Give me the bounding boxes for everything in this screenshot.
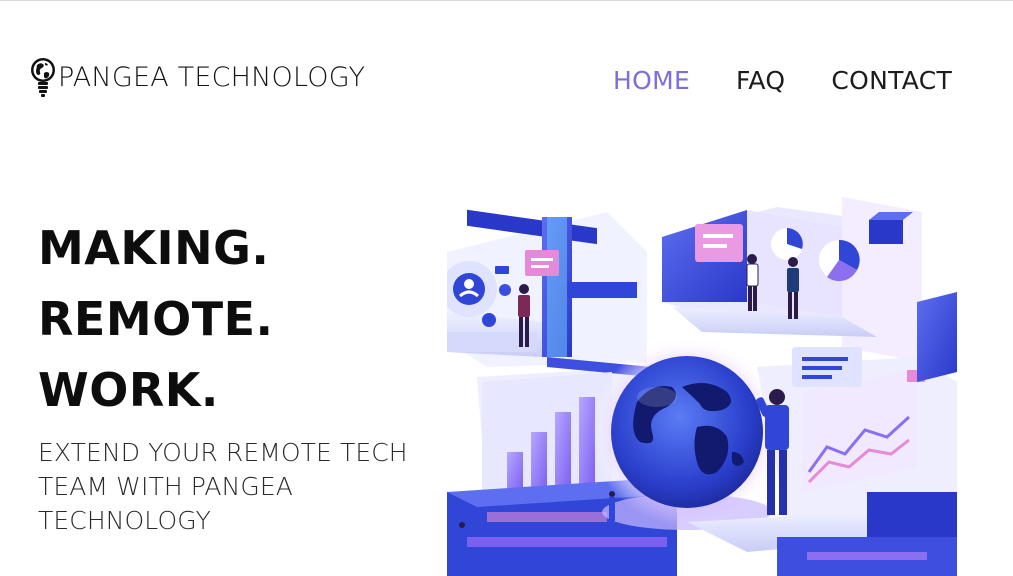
lightbulb-globe-icon <box>31 58 55 97</box>
top-divider <box>0 0 1013 1</box>
hero-title-line-2: REMOTE. <box>38 292 274 346</box>
main-nav: HOME FAQ CONTACT <box>613 66 952 95</box>
nav-home-link[interactable]: HOME <box>613 66 690 95</box>
brand[interactable]: PANGEA TECHNOLOGY <box>30 55 365 99</box>
chat-bubble-blue <box>792 347 862 387</box>
chat-bubble-pink <box>525 250 559 276</box>
globe <box>592 337 782 530</box>
brand-name: PANGEA TECHNOLOGY <box>58 61 366 93</box>
hero-title-line-1: MAKING. <box>38 221 270 275</box>
nav-contact-link[interactable]: CONTACT <box>831 66 952 95</box>
nav-faq-link[interactable]: FAQ <box>736 66 785 95</box>
remote-work-illustration <box>447 197 957 576</box>
hero-title: MAKING. REMOTE. WORK. <box>38 213 274 426</box>
hero-title-line-3: WORK. <box>38 363 219 417</box>
hero-subtitle: EXTEND YOUR REMOTE TECH TEAM WITH PANGEA… <box>38 438 408 535</box>
